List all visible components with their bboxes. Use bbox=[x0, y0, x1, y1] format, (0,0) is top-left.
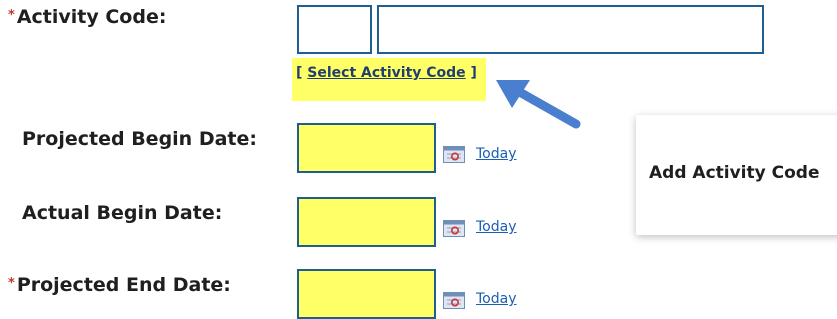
tooltip-text: Add Activity Code bbox=[649, 163, 820, 183]
projected-end-date-label: * Projected End Date: bbox=[8, 274, 231, 296]
projected-end-date-input[interactable] bbox=[297, 269, 436, 319]
required-marker: * bbox=[8, 8, 15, 23]
actual-begin-date-input[interactable] bbox=[297, 197, 436, 247]
close-bracket: ] bbox=[470, 65, 477, 81]
projected-end-today-link[interactable]: Today bbox=[476, 291, 517, 307]
calendar-icon[interactable] bbox=[443, 292, 465, 309]
select-activity-code-text[interactable]: Select Activity Code bbox=[307, 65, 465, 81]
activity-code-input[interactable] bbox=[297, 5, 372, 54]
projected-begin-date-label: Projected Begin Date: bbox=[22, 128, 257, 150]
calendar-icon[interactable] bbox=[443, 220, 465, 237]
actual-begin-date-label-text: Actual Begin Date: bbox=[22, 202, 223, 224]
activity-description-input[interactable] bbox=[377, 5, 764, 54]
projected-end-date-label-text: Projected End Date: bbox=[16, 274, 231, 296]
actual-begin-today-link[interactable]: Today bbox=[476, 219, 517, 235]
activity-code-label: * Activity Code: bbox=[8, 6, 166, 28]
actual-begin-date-label: Actual Begin Date: bbox=[22, 202, 222, 224]
projected-begin-today-link[interactable]: Today bbox=[476, 146, 517, 162]
arrow-pointer-icon bbox=[496, 80, 581, 129]
calendar-icon[interactable] bbox=[443, 146, 465, 163]
activity-code-label-text: Activity Code: bbox=[16, 6, 167, 28]
add-activity-code-tooltip: Add Activity Code bbox=[636, 115, 837, 235]
projected-begin-date-input[interactable] bbox=[297, 123, 436, 173]
open-bracket: [ bbox=[296, 65, 303, 81]
select-activity-code-link[interactable]: [ Select Activity Code ] bbox=[296, 65, 477, 81]
required-marker: * bbox=[8, 276, 15, 291]
projected-begin-date-label-text: Projected Begin Date: bbox=[22, 128, 257, 150]
